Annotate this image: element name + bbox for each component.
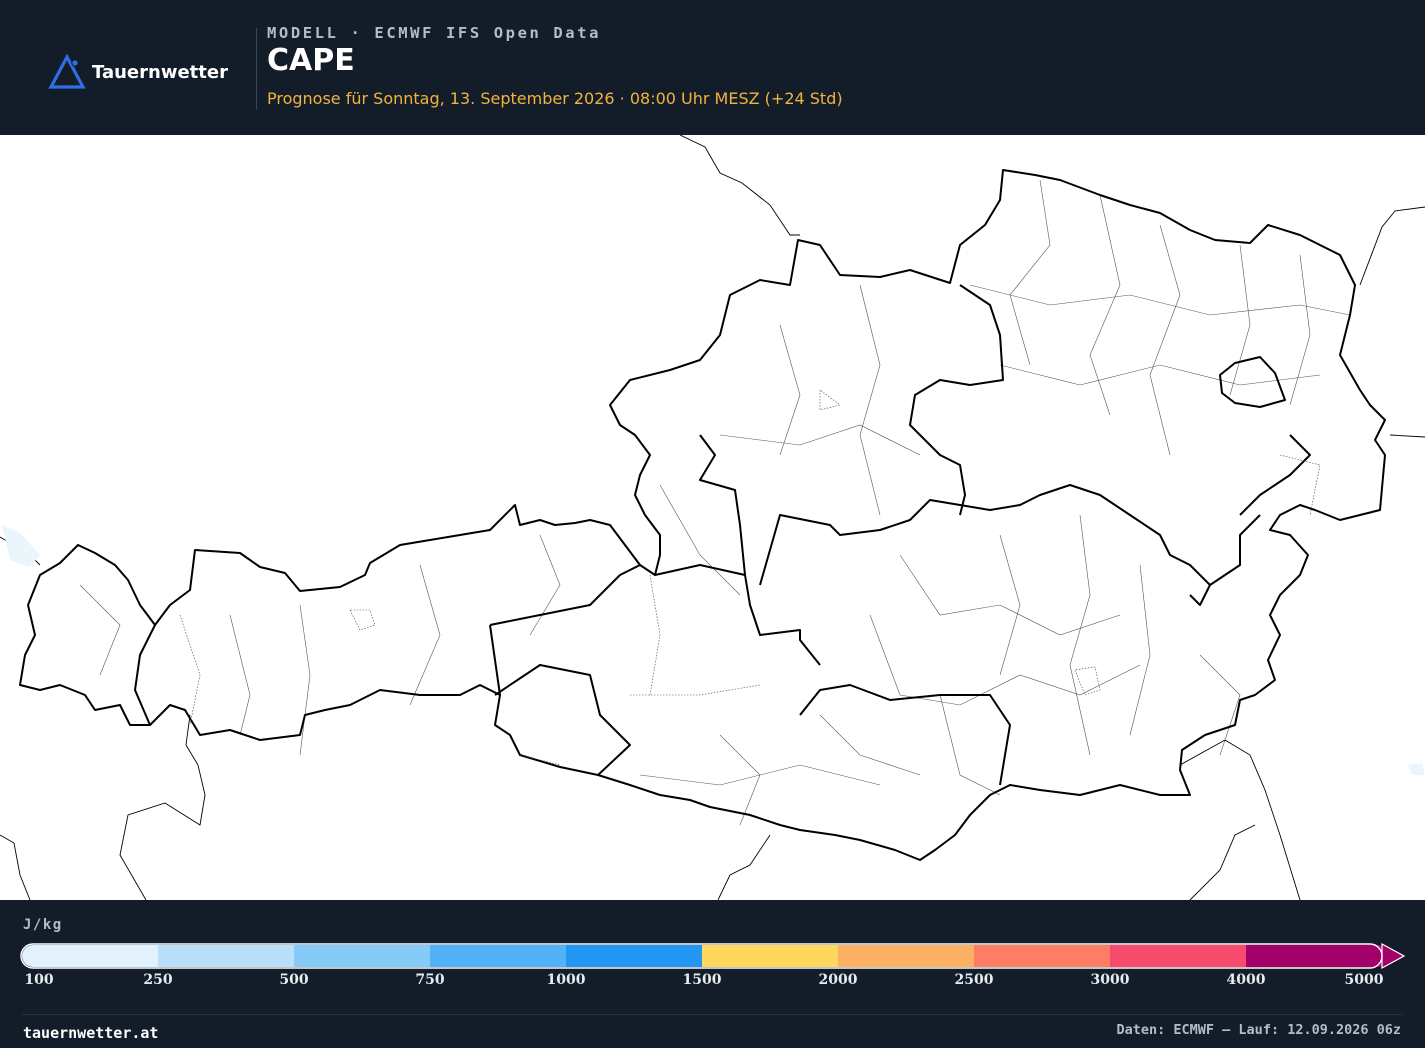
colorbar-bin-2500-3000 [974,945,1111,967]
colorbar-bin-1000-1500 [566,945,703,967]
border-czech-east [1359,206,1425,286]
border-croatia-2 [1189,824,1256,900]
state-border-tyrol-salzburg [489,564,641,626]
tick-label-2500: 2500 [954,972,994,988]
colorbar-bin-2000-2500 [838,945,975,967]
brand-name: Tauernwetter [92,61,228,83]
state-border-lower-burgenland [1189,584,1211,606]
footer-divider [22,1014,1403,1015]
header-divider [256,28,257,110]
triangle-logo-icon [48,53,86,89]
tick-label-5000: 5000 [1344,972,1384,988]
neighbour-borders [0,135,1425,900]
map-panel[interactable] [0,135,1425,900]
data-source: Daten: ECMWF – Lauf: 12.09.2026 06z [1116,1022,1401,1038]
colorbar-bin-4000-5000 [1246,945,1386,967]
state-border-east-tyrol [489,624,501,696]
colorbar-bin-750-1000 [430,945,567,967]
map-canvas [0,135,1425,900]
dotted-borders [179,389,1321,766]
tick-label-1500: 1500 [682,972,722,988]
colorbar-bin-3000-4000 [1110,945,1247,967]
header: Tauernwetter MODELL · ECMWF IFS Open Dat… [0,0,1425,135]
colorbar-bin-500-750 [294,945,431,967]
border-italy-southwest [0,834,31,900]
tick-label-500: 500 [279,972,309,988]
forecast-time: Prognose für Sonntag, 13. September 2026… [267,89,843,108]
colorbar-bin-100-250 [22,945,159,967]
legend-unit: J/kg [23,917,63,933]
tick-label-750: 750 [415,972,445,988]
site-link[interactable]: tauernwetter.at [23,1024,158,1042]
border-italy-west [119,714,206,900]
state-border-vienna [1219,356,1286,408]
tick-label-100: 100 [24,972,54,988]
tick-label-4000: 4000 [1226,972,1266,988]
colorbar-arrow [1381,942,1406,970]
colorbar-bin-250-500 [158,945,295,967]
lake-constance [2,525,40,567]
tick-label-250: 250 [143,972,173,988]
district-borders [79,179,1351,826]
page-title: CAPE [267,43,355,78]
legend-panel: J/kg 100 250 500 750 1000 1500 2000 2500 3000 400… [0,900,1425,1048]
colorbar-bin-1500-2000 [702,945,839,967]
state-border-upper-lower [909,284,1004,516]
state-border-carinthia [494,664,631,776]
model-line: MODELL · ECMWF IFS Open Data [267,24,602,42]
colorbar [20,942,1406,970]
austria-outline [19,169,1386,861]
border-hungary [1389,434,1425,438]
state-border-vorarlberg [134,624,156,726]
brand-logo[interactable]: Tauernwetter [48,52,228,92]
border-slovenia [717,834,771,900]
tick-label-2000: 2000 [818,972,858,988]
state-border-upper-austria [699,434,746,576]
lake-neusiedl [1408,763,1425,775]
state-border-salzburg-upper [654,564,821,666]
tick-label-3000: 3000 [1090,972,1130,988]
state-border-burgenland [1239,434,1311,516]
border-germany-north [679,135,800,236]
border-croatia [1179,739,1301,900]
austria-borders [19,169,1386,861]
tick-label-1000: 1000 [546,972,586,988]
